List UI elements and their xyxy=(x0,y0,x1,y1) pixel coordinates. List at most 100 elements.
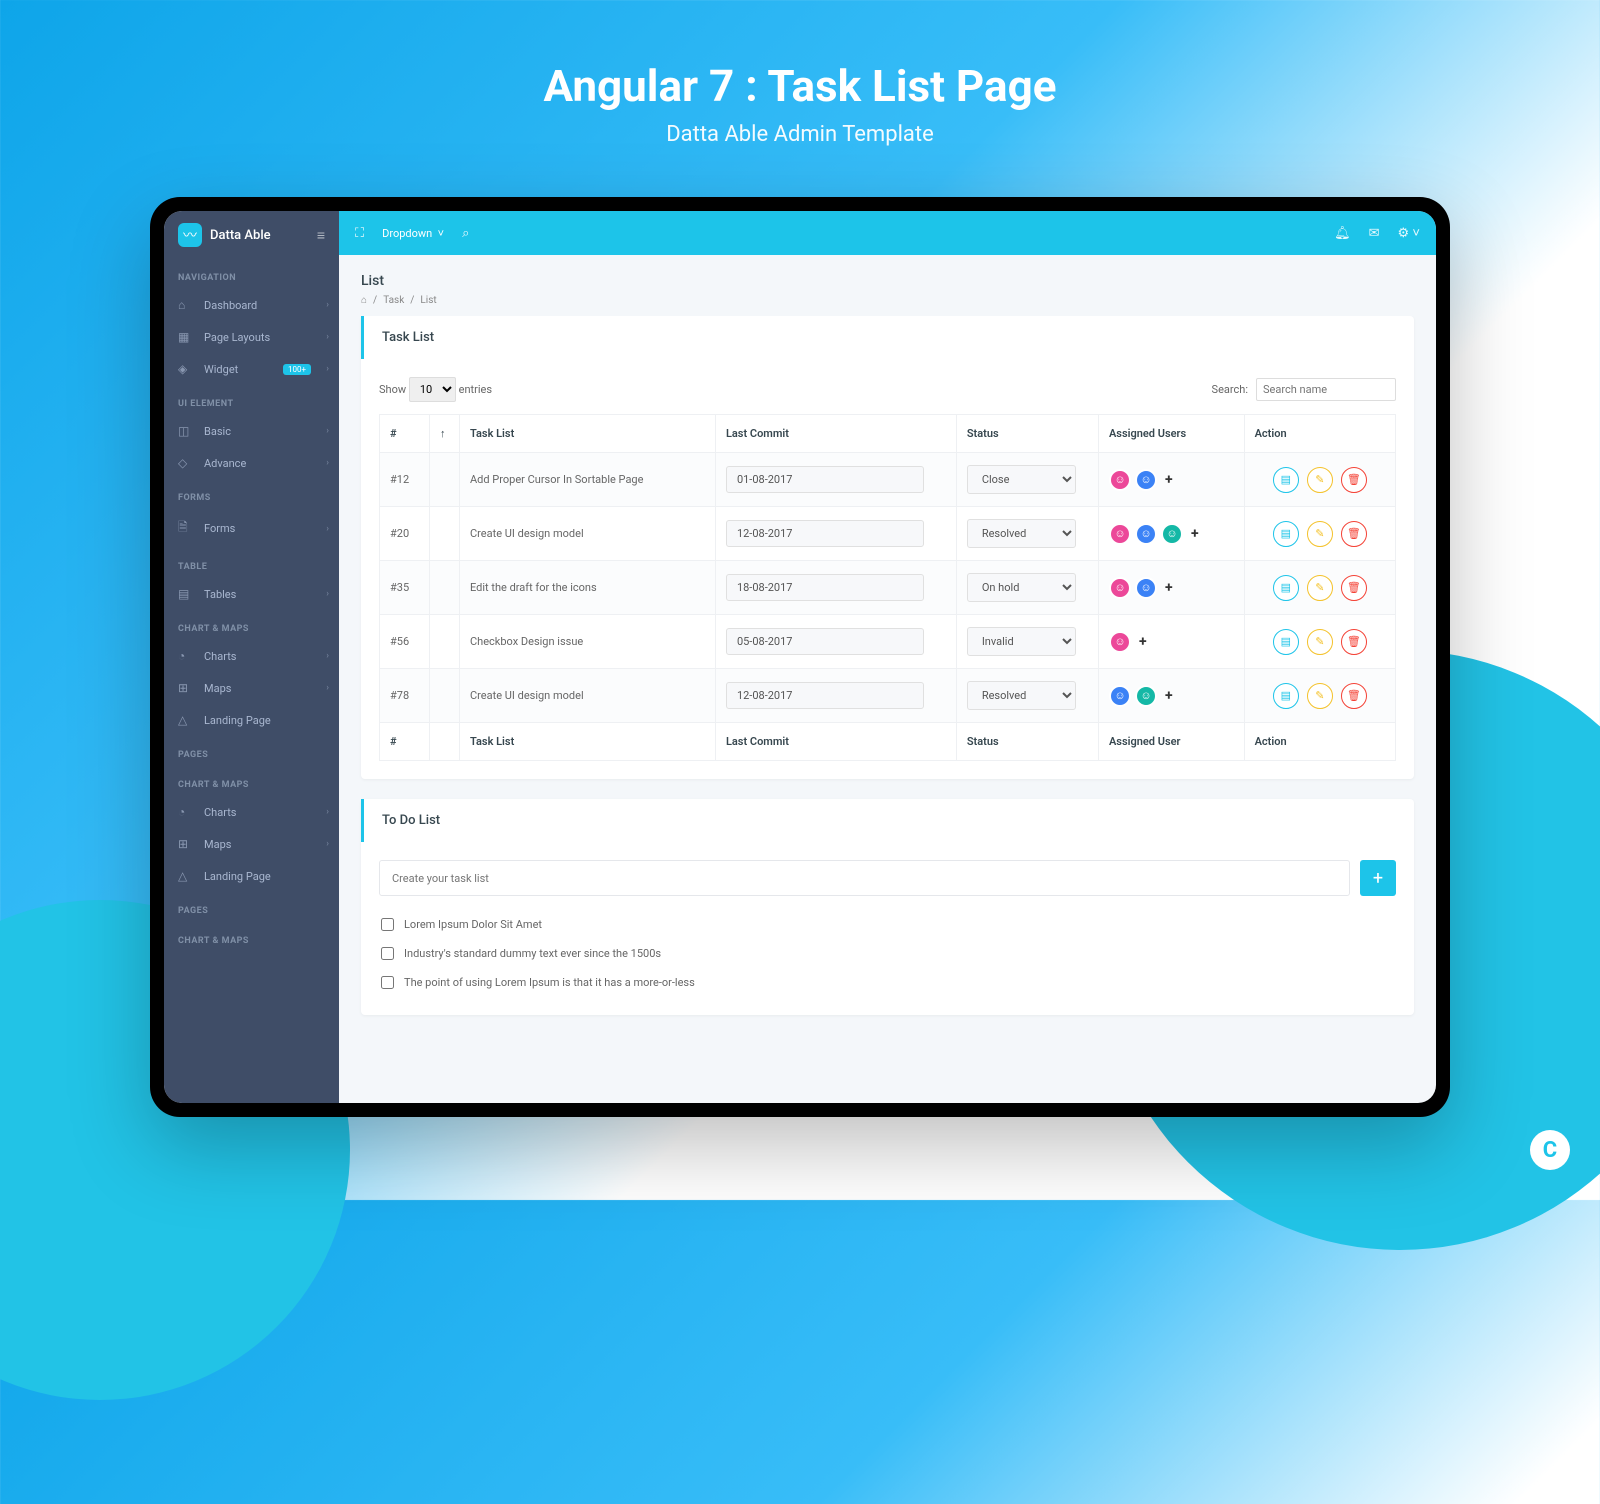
logo-icon: 〰 xyxy=(178,223,202,247)
edit-button[interactable]: ✎ xyxy=(1307,521,1333,547)
avatar[interactable]: ☺ xyxy=(1109,523,1131,545)
page-title: List xyxy=(361,273,1414,289)
todo-checkbox[interactable] xyxy=(381,976,394,989)
col-header[interactable]: Action xyxy=(1244,415,1395,453)
view-button[interactable]: ▤ xyxy=(1273,683,1299,709)
sidebar-item-charts[interactable]: ◔Charts› xyxy=(164,796,339,828)
last-commit-input[interactable] xyxy=(726,520,924,547)
hero: Angular 7 : Task List Page Datta Able Ad… xyxy=(0,0,1600,147)
view-button[interactable]: ▤ xyxy=(1273,575,1299,601)
last-commit-input[interactable] xyxy=(726,466,924,493)
todo-input[interactable] xyxy=(379,860,1350,896)
edit-button[interactable]: ✎ xyxy=(1307,575,1333,601)
breadcrumb-home-icon[interactable]: ⌂ xyxy=(361,295,367,306)
add-user-button[interactable]: + xyxy=(1165,472,1173,488)
sidebar-item-advance[interactable]: ◇Advance› xyxy=(164,447,339,479)
col-header[interactable]: Status xyxy=(956,415,1098,453)
breadcrumb-task[interactable]: Task xyxy=(383,295,404,306)
delete-button[interactable]: 🗑 xyxy=(1341,629,1367,655)
todo-item: Industry's standard dummy text ever sinc… xyxy=(379,939,1396,968)
status-select[interactable]: Invalid xyxy=(967,627,1076,656)
sidebar-item-label: Page Layouts xyxy=(204,331,270,344)
avatar[interactable]: ☺ xyxy=(1135,577,1157,599)
edit-button[interactable]: ✎ xyxy=(1307,629,1333,655)
sidebar-item-label: Widget xyxy=(204,363,238,376)
col-header[interactable]: # xyxy=(380,415,430,453)
status-select[interactable]: Resolved xyxy=(967,681,1076,710)
search-label: Search: xyxy=(1212,383,1248,396)
avatar[interactable]: ☺ xyxy=(1109,469,1131,491)
sidebar-item-page-layouts[interactable]: ▦Page Layouts› xyxy=(164,321,339,353)
task-id: #12 xyxy=(380,453,430,507)
breadcrumb-list: List xyxy=(420,295,436,306)
sidebar-item-label: Landing Page xyxy=(204,714,271,727)
col-header[interactable]: Task List xyxy=(460,415,716,453)
delete-button[interactable]: 🗑 xyxy=(1341,521,1367,547)
entries-select[interactable]: 10 xyxy=(409,377,456,402)
mail-icon[interactable]: ✉ xyxy=(1369,226,1380,241)
col-header[interactable]: Last Commit xyxy=(715,415,956,453)
todo-checkbox[interactable] xyxy=(381,947,394,960)
table-row: #12 Add Proper Cursor In Sortable Page C… xyxy=(380,453,1396,507)
status-select[interactable]: Resolved xyxy=(967,519,1076,548)
sidebar-item-basic[interactable]: ◫Basic› xyxy=(164,415,339,447)
sidebar-item-label: Landing Page xyxy=(204,870,271,883)
avatar[interactable]: ☺ xyxy=(1109,631,1131,653)
last-commit-input[interactable] xyxy=(726,574,924,601)
sidebar-item-landing-page[interactable]: △Landing Page xyxy=(164,704,339,736)
view-button[interactable]: ▤ xyxy=(1273,467,1299,493)
edit-button[interactable]: ✎ xyxy=(1307,683,1333,709)
last-commit-input[interactable] xyxy=(726,628,924,655)
add-user-button[interactable]: + xyxy=(1139,634,1147,650)
task-name: Create UI design model xyxy=(460,669,716,723)
todo-add-button[interactable]: + xyxy=(1360,860,1396,896)
col-header[interactable]: ↑ xyxy=(430,415,460,453)
sidebar-item-dashboard[interactable]: ⌂Dashboard› xyxy=(164,289,339,321)
search-icon[interactable]: ⌕ xyxy=(462,226,469,241)
page-header: List ⌂ / Task / List xyxy=(339,255,1436,316)
todo-title: To Do List xyxy=(361,799,1414,842)
sidebar-item-landing-page[interactable]: △Landing Page xyxy=(164,860,339,892)
delete-button[interactable]: 🗑 xyxy=(1341,683,1367,709)
avatar[interactable]: ☺ xyxy=(1109,685,1131,707)
menu-toggle-icon[interactable]: ≡ xyxy=(317,227,325,244)
edit-button[interactable]: ✎ xyxy=(1307,467,1333,493)
task-sort xyxy=(430,507,460,561)
bell-icon[interactable]: 🔔︎ xyxy=(1334,226,1351,241)
status-select[interactable]: On hold xyxy=(967,573,1076,602)
hero-title: Angular 7 : Task List Page xyxy=(0,60,1600,112)
view-button[interactable]: ▤ xyxy=(1273,629,1299,655)
avatar[interactable]: ☺ xyxy=(1161,523,1183,545)
add-user-button[interactable]: + xyxy=(1165,688,1173,704)
todo-checkbox[interactable] xyxy=(381,918,394,931)
sidebar-item-tables[interactable]: ▤Tables› xyxy=(164,578,339,610)
sidebar-item-label: Tables xyxy=(204,588,236,601)
todo-item: The point of using Lorem Ipsum is that i… xyxy=(379,968,1396,997)
gear-icon[interactable]: ⚙ ˅ xyxy=(1398,225,1420,241)
search-input[interactable] xyxy=(1256,378,1396,401)
table-row: #78 Create UI design model Resolved ☺☺+ … xyxy=(380,669,1396,723)
status-select[interactable]: Close xyxy=(967,465,1076,494)
avatar[interactable]: ☺ xyxy=(1135,685,1157,707)
fullscreen-icon[interactable]: ⛶ xyxy=(355,226,364,241)
content: Task List Show 10 entries Search: xyxy=(339,316,1436,1057)
avatar[interactable]: ☺ xyxy=(1135,523,1157,545)
sidebar-item-charts[interactable]: ◔Charts› xyxy=(164,640,339,672)
delete-button[interactable]: 🗑 xyxy=(1341,575,1367,601)
view-button[interactable]: ▤ xyxy=(1273,521,1299,547)
app-logo[interactable]: 〰 Datta Able ≡ xyxy=(164,211,339,259)
avatar[interactable]: ☺ xyxy=(1135,469,1157,491)
add-user-button[interactable]: + xyxy=(1191,526,1199,542)
hero-subtitle: Datta Able Admin Template xyxy=(0,122,1600,147)
sidebar-item-maps[interactable]: ⊞Maps› xyxy=(164,828,339,860)
sidebar-item-maps[interactable]: ⊞Maps› xyxy=(164,672,339,704)
add-user-button[interactable]: + xyxy=(1165,580,1173,596)
last-commit-input[interactable] xyxy=(726,682,924,709)
col-header[interactable]: Assigned Users xyxy=(1098,415,1244,453)
sidebar-item-forms[interactable]: 🗎Forms› xyxy=(164,509,339,548)
delete-button[interactable]: 🗑 xyxy=(1341,467,1367,493)
avatar[interactable]: ☺ xyxy=(1109,577,1131,599)
topbar-dropdown[interactable]: Dropdown ˅ xyxy=(382,227,444,240)
sidebar-item-widget[interactable]: ◈Widget100+› xyxy=(164,353,339,385)
charts-icon: ◔ xyxy=(178,805,194,819)
